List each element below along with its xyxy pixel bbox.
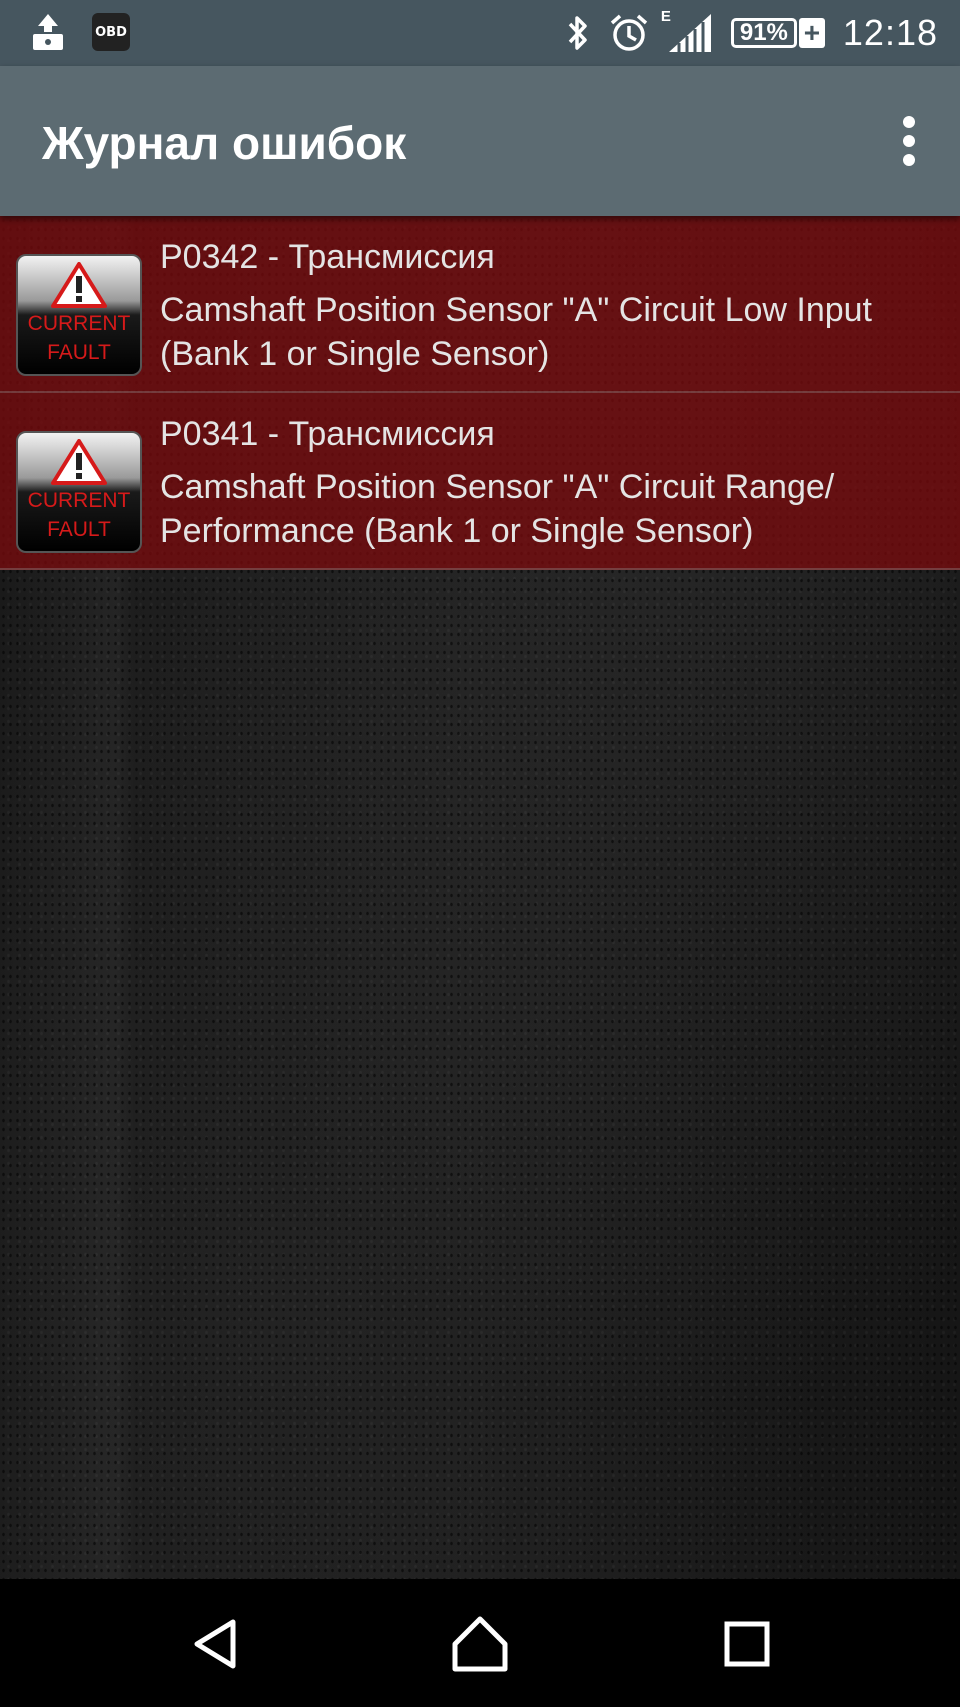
status-left: OBD	[30, 12, 130, 52]
alarm-icon	[609, 13, 649, 53]
fault-code: P0341 - Трансмиссия	[160, 415, 495, 453]
charging-icon: +	[798, 17, 825, 48]
network-type-label: E	[660, 8, 671, 25]
badge-label-fault: FAULT	[47, 341, 111, 364]
warning-icon	[51, 262, 107, 308]
badge-label-current: CURRENT	[27, 489, 131, 512]
page-title: Журнал ошибок	[42, 117, 407, 169]
back-icon[interactable]	[180, 1609, 250, 1679]
badge-label-current: CURRENT	[27, 312, 131, 335]
fault-list: CURRENT FAULT P0342 - Трансмиссия Camsha…	[0, 216, 960, 570]
badge-label-fault: FAULT	[47, 518, 111, 541]
status-right: E 91% + 12:18	[565, 0, 938, 66]
obd-icon: OBD	[92, 13, 130, 51]
fault-list-item[interactable]: CURRENT FAULT P0342 - Трансмиссия Camsha…	[0, 216, 960, 393]
screen: OBD E 91% + 12:18 Журнал ошибок CURRENT …	[0, 0, 960, 1707]
clock: 12:18	[842, 12, 938, 53]
current-fault-badge: CURRENT FAULT	[16, 431, 142, 553]
current-fault-badge: CURRENT FAULT	[16, 254, 142, 376]
fault-description: Camshaft Position Sensor "A" Circuit Ran…	[160, 468, 835, 550]
fault-log-content: CURRENT FAULT P0342 - Трансмиссия Camsha…	[0, 216, 960, 1579]
app-bar: Журнал ошибок	[0, 66, 960, 216]
status-bar: OBD E 91% + 12:18	[0, 0, 960, 66]
home-icon[interactable]	[445, 1609, 515, 1679]
navigation-bar	[0, 1579, 960, 1707]
fault-code: P0342 - Трансмиссия	[160, 238, 495, 276]
signal-icon: E	[661, 8, 713, 54]
recent-apps-icon[interactable]	[712, 1609, 782, 1679]
bluetooth-icon	[565, 13, 591, 53]
fault-list-item[interactable]: CURRENT FAULT P0341 - Трансмиссия Camsha…	[0, 393, 960, 570]
warning-icon	[51, 439, 107, 485]
fault-description: Camshaft Position Sensor "A" Circuit Low…	[160, 291, 873, 373]
battery-icon: 91% +	[730, 15, 825, 51]
upload-icon	[30, 12, 66, 52]
overflow-menu-icon[interactable]	[902, 116, 916, 166]
battery-level: 91%	[730, 18, 797, 48]
